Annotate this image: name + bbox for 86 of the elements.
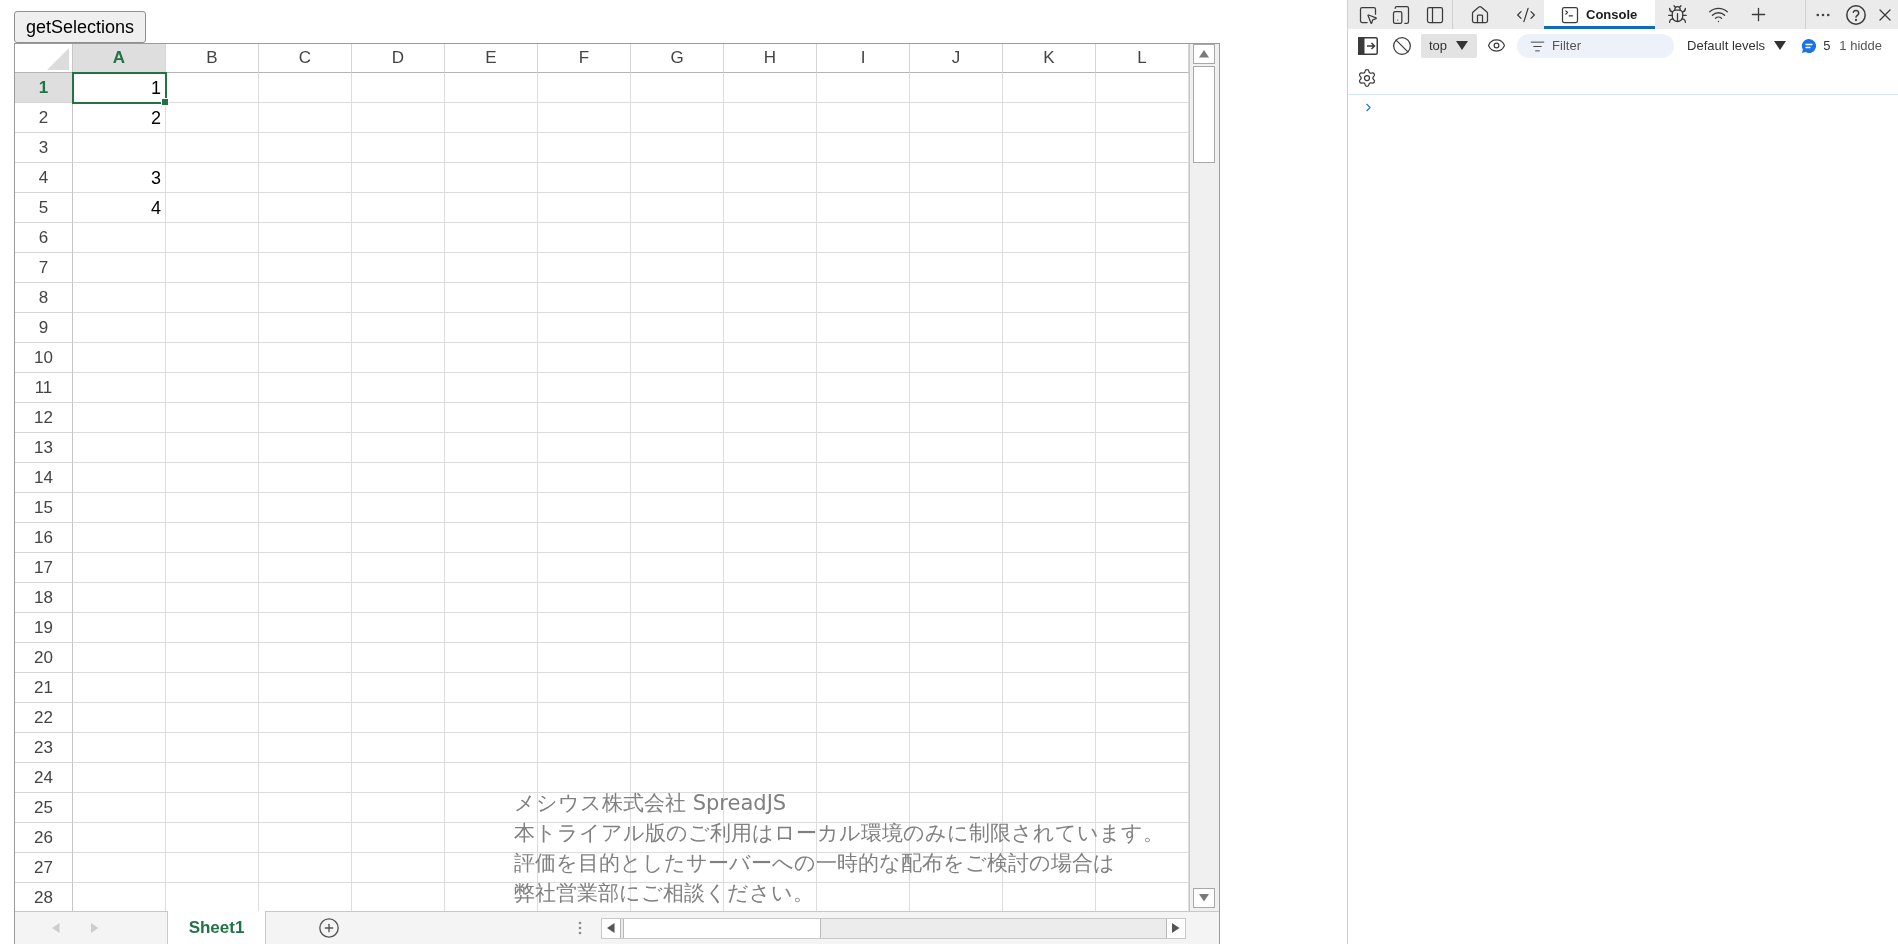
trial-notice-text: 本トライアル版のご利用はローカル環境のみに制限されています。 — [514, 820, 1164, 847]
row-header[interactable]: 5 — [15, 193, 73, 223]
column-header[interactable]: K — [1003, 44, 1096, 73]
column-header[interactable]: A — [73, 44, 166, 73]
row-header[interactable]: 21 — [15, 673, 73, 703]
column-header[interactable]: E — [445, 44, 538, 73]
trial-notice-text: メシウス株式会社 SpreadJS — [514, 790, 788, 817]
row-header[interactable]: 27 — [15, 853, 73, 883]
column-header[interactable]: B — [166, 44, 259, 73]
triangle-up-icon — [1199, 50, 1209, 58]
grid-cell[interactable]: 3 — [73, 163, 166, 193]
grid-cell[interactable]: 1 — [73, 73, 166, 103]
triangle-left-icon — [607, 923, 615, 933]
row-header[interactable]: 12 — [15, 403, 73, 433]
row-header[interactable]: 17 — [15, 553, 73, 583]
triangle-right-icon — [90, 923, 98, 933]
sheet-tab[interactable]: Sheet1 — [167, 911, 266, 944]
scroll-up-button[interactable] — [1193, 44, 1215, 64]
scrollbar-thumb[interactable] — [623, 918, 821, 938]
scrollbar-thumb[interactable] — [1193, 66, 1215, 163]
cursor-square-icon[interactable] — [1358, 4, 1378, 25]
triangle-left-icon — [52, 923, 60, 933]
corner-triangle-icon — [47, 48, 69, 70]
get-selections-button[interactable]: getSelections — [14, 11, 147, 43]
console-tab[interactable]: Console — [1544, 0, 1655, 29]
column-header[interactable]: J — [910, 44, 1003, 73]
row-header[interactable]: 11 — [15, 373, 73, 403]
message-count: 5 — [1823, 38, 1831, 53]
row-header[interactable]: 13 — [15, 433, 73, 463]
row-header[interactable]: 8 — [15, 283, 73, 313]
row-header[interactable]: 23 — [15, 733, 73, 763]
help-icon[interactable] — [1846, 4, 1866, 25]
row-header[interactable]: 26 — [15, 823, 73, 853]
column-header[interactable]: H — [724, 44, 817, 73]
trial-notice-text: 評価を目的としたサーバーへの一時的な配布をご検討の場合は — [514, 850, 1116, 877]
panel-icon[interactable] — [1425, 4, 1445, 25]
grid-cell[interactable]: 4 — [73, 193, 166, 223]
settings-icon[interactable] — [1357, 68, 1377, 88]
sidebar-toggle-icon[interactable] — [1358, 36, 1378, 55]
clear-icon[interactable] — [1392, 35, 1412, 56]
triangle-down-icon — [1199, 894, 1209, 902]
row-header[interactable]: 9 — [15, 313, 73, 343]
fill-handle-icon[interactable] — [161, 98, 169, 106]
grid-cell[interactable]: 2 — [73, 103, 166, 133]
row-header[interactable]: 16 — [15, 523, 73, 553]
vertical-dots-icon[interactable] — [578, 921, 582, 935]
bug-icon[interactable] — [1666, 4, 1688, 25]
row-header[interactable]: 10 — [15, 343, 73, 373]
phone-tablet-icon[interactable] — [1391, 4, 1411, 25]
row-header[interactable]: 4 — [15, 163, 73, 193]
scroll-right-button[interactable] — [1166, 918, 1185, 938]
column-header[interactable]: C — [259, 44, 352, 73]
column-header[interactable]: I — [817, 44, 910, 73]
column-header[interactable]: F — [538, 44, 631, 73]
row-header[interactable]: 18 — [15, 583, 73, 613]
row-header[interactable]: 1 — [15, 73, 73, 103]
filter-field[interactable]: Filter — [1517, 33, 1675, 58]
scroll-down-button[interactable] — [1193, 888, 1215, 908]
terminal-icon — [1560, 4, 1580, 25]
column-header[interactable]: L — [1096, 44, 1189, 73]
scroll-left-button[interactable] — [602, 918, 621, 938]
levels-dropdown[interactable]: Default levels — [1679, 33, 1796, 58]
column-header[interactable]: G — [631, 44, 724, 73]
row-header[interactable]: 25 — [15, 793, 73, 823]
column-header[interactable]: D — [352, 44, 445, 73]
row-header[interactable]: 20 — [15, 643, 73, 673]
context-dropdown[interactable]: top — [1421, 33, 1478, 58]
row-header[interactable]: 6 — [15, 223, 73, 253]
row-header[interactable]: 15 — [15, 493, 73, 523]
caret-icon — [1456, 41, 1469, 50]
row-header[interactable]: 19 — [15, 613, 73, 643]
row-header[interactable]: 2 — [15, 103, 73, 133]
trial-notice-text: 弊社営業部にご相談ください。 — [514, 880, 815, 907]
filter-icon — [1530, 38, 1546, 54]
triangle-right-icon — [1172, 923, 1180, 933]
message-bubble-icon[interactable] — [1801, 37, 1818, 54]
row-header[interactable]: 14 — [15, 463, 73, 493]
hidden-count: 1 hidde — [1839, 38, 1882, 53]
eye-icon[interactable] — [1487, 36, 1507, 55]
house-icon[interactable] — [1470, 4, 1490, 25]
caret-icon — [1774, 41, 1787, 50]
row-header[interactable]: 7 — [15, 253, 73, 283]
add-circle-icon[interactable] — [318, 917, 340, 939]
row-header[interactable]: 3 — [15, 133, 73, 163]
row-header[interactable]: 24 — [15, 763, 73, 793]
row-header[interactable]: 22 — [15, 703, 73, 733]
